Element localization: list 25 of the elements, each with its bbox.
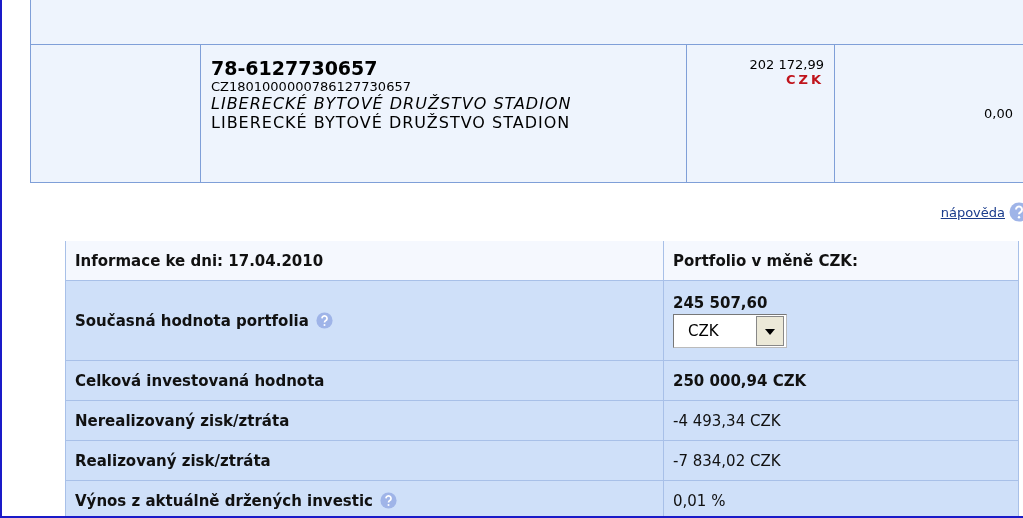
currency-label: Portfolio v měně CZK:: [673, 251, 858, 270]
row-label: Nerealizovaný zisk/ztráta: [75, 411, 290, 430]
help-icon[interactable]: [379, 492, 397, 509]
row-value: 250 000,94 CZK: [673, 371, 807, 390]
account-name: LIBERECKÉ BYTOVÉ DRUŽSTVO STADION: [211, 94, 572, 113]
row-label: Realizovaný zisk/ztráta: [75, 451, 271, 470]
help-icon[interactable]: [1009, 202, 1023, 222]
caret-icon: [756, 315, 784, 346]
amount: 0,00: [984, 106, 1013, 121]
row-value: -7 834,02 CZK: [673, 451, 781, 470]
row-label: Současná hodnota portfolia: [75, 311, 309, 330]
help-link[interactable]: nápověda: [940, 204, 1005, 220]
date-label: Informace ke dni: 17.04.2010: [75, 251, 324, 270]
row-label: Výnos z aktuálně držených investic: [75, 491, 373, 510]
iban: CZ1801000000786127730657: [211, 79, 411, 94]
balance: 202 172,99: [749, 57, 824, 72]
help-icon[interactable]: [315, 312, 333, 329]
row-value: 245 507,60: [673, 293, 768, 312]
row-label: Celková investovaná hodnota: [75, 371, 325, 390]
account-name: LIBERECKÉ BYTOVÉ DRUŽSTVO STADION: [211, 113, 571, 132]
currency: CZK: [785, 72, 824, 87]
row-value: 0,01 %: [673, 491, 726, 510]
currency-select[interactable]: CZK: [673, 313, 787, 348]
row-value: -4 493,34 CZK: [673, 411, 781, 430]
account-number: 78-6127730657: [211, 57, 378, 79]
